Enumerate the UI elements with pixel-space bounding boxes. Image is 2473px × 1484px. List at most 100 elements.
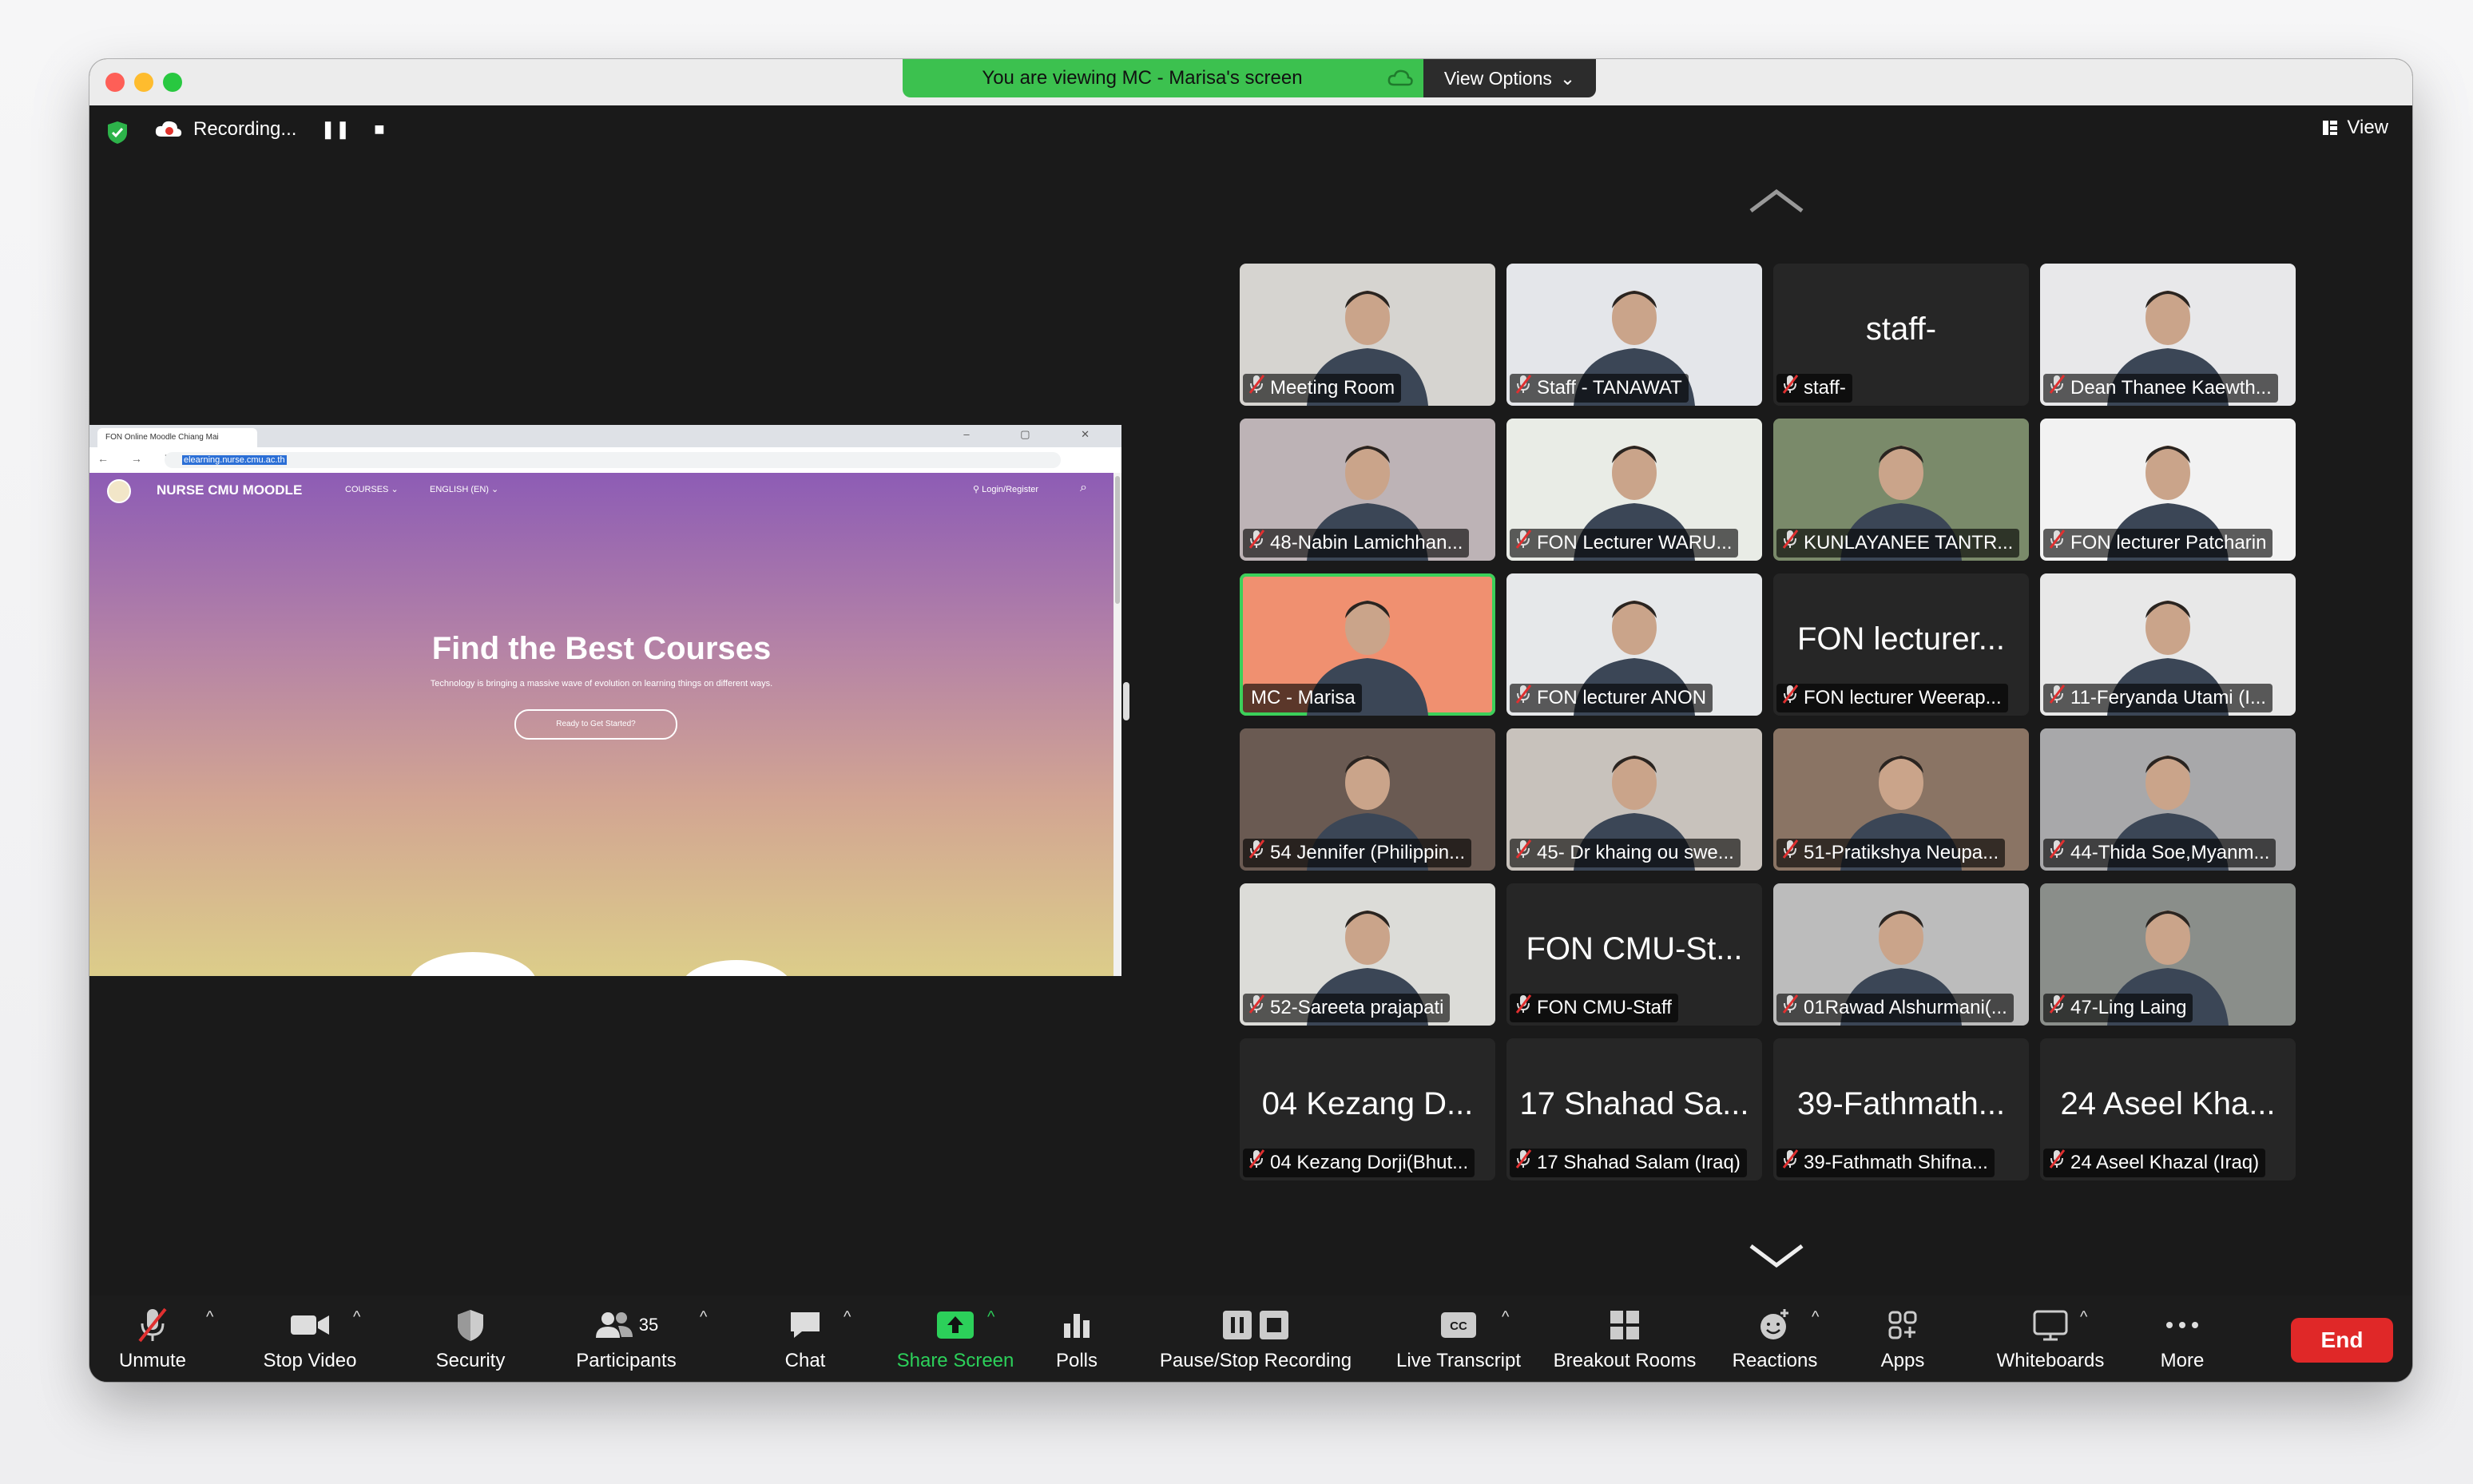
muted-microphone-icon — [1514, 684, 1532, 712]
reactions-options-caret[interactable]: ^ — [1812, 1308, 1819, 1327]
fullscreen-window-button[interactable] — [163, 73, 182, 92]
participant-tile[interactable]: FON lecturer Patcharin — [2040, 419, 2296, 561]
security-button[interactable]: Security — [419, 1305, 522, 1372]
cc-label: CC — [1450, 1319, 1467, 1333]
search-icon[interactable]: ⌕ — [1080, 481, 1087, 495]
participant-name-label: 47-Ling Laing — [2043, 994, 2193, 1022]
grid-view-icon — [2323, 121, 2338, 135]
participant-name-label: 01Rawad Alshurmani(... — [1776, 994, 2014, 1022]
breakout-rooms-button[interactable]: Breakout Rooms — [1537, 1305, 1713, 1372]
participant-tile[interactable]: 45- Dr khaing ou swe... — [1506, 728, 1762, 871]
courses-menu[interactable]: COURSES ⌄ — [345, 484, 399, 494]
view-layout-button[interactable]: View — [2321, 117, 2388, 139]
site-brand[interactable]: NURSE CMU MOODLE — [157, 482, 302, 498]
participants-options-caret[interactable]: ^ — [700, 1308, 707, 1327]
polls-button[interactable]: Polls — [1037, 1305, 1117, 1372]
participant-name: staff- — [1804, 377, 1846, 399]
participant-tile[interactable]: Staff - TANAWAT — [1506, 264, 1762, 406]
participant-tile[interactable]: 47-Ling Laing — [2040, 883, 2296, 1026]
participant-tile[interactable]: 54 Jennifer (Philippin... — [1240, 728, 1495, 871]
participant-display-name: FON lecturer... — [1796, 621, 2006, 657]
participant-tile[interactable]: FON lecturer... FON lecturer Weerap... — [1773, 573, 2029, 716]
more-button[interactable]: More — [2142, 1305, 2222, 1372]
participant-name: 48-Nabin Lamichhan... — [1270, 532, 1463, 554]
hero-title: Find the Best Courses — [431, 631, 772, 666]
apps-button[interactable]: Apps — [1863, 1305, 1943, 1372]
participant-tile[interactable]: staff-staff- — [1773, 264, 2029, 406]
get-started-button[interactable]: Ready to Get Started? — [514, 709, 677, 740]
pause-stop-recording-button[interactable]: Pause/Stop Recording — [1152, 1305, 1360, 1372]
participant-tile[interactable]: 39-Fathmath... 39-Fathmath Shifna... — [1773, 1038, 2029, 1180]
whiteboards-button[interactable]: Whiteboards — [1975, 1305, 2126, 1372]
participant-tile[interactable]: 04 Kezang D... 04 Kezang Dorji(Bhut... — [1240, 1038, 1495, 1180]
participant-tile[interactable]: 52-Sareeta prajapati — [1240, 883, 1495, 1026]
split-view-handle[interactable] — [1123, 682, 1129, 720]
participant-name: 54 Jennifer (Philippin... — [1270, 842, 1466, 863]
muted-microphone-icon — [1781, 684, 1799, 712]
transcript-options-caret[interactable]: ^ — [1502, 1308, 1509, 1327]
participant-tile[interactable]: FON lecturer ANON — [1506, 573, 1762, 716]
minimize-window-button[interactable] — [134, 73, 153, 92]
participant-tile[interactable]: Dean Thanee Kaewth... — [2040, 264, 2296, 406]
muted-microphone-icon — [2048, 684, 2066, 712]
chat-options-caret[interactable]: ^ — [844, 1308, 851, 1327]
muted-microphone-icon — [1248, 839, 1265, 867]
participant-tile[interactable]: 24 Aseel Kha... 24 Aseel Khazal (Iraq) — [2040, 1038, 2296, 1180]
participant-name: MC - Marisa — [1251, 687, 1356, 708]
view-options-button[interactable]: View Options ⌄ — [1423, 59, 1596, 97]
encryption-shield-icon[interactable] — [105, 120, 129, 145]
close-window-button[interactable] — [105, 73, 125, 92]
participant-tile[interactable]: 17 Shahad Sa... 17 Shahad Salam (Iraq) — [1506, 1038, 1762, 1180]
participant-name: FON lecturer ANON — [1537, 687, 1707, 708]
muted-microphone-icon — [1514, 994, 1532, 1022]
browser-scrollbar[interactable] — [1113, 473, 1121, 976]
participant-name-label: 45- Dr khaing ou swe... — [1510, 839, 1741, 867]
chevron-down-icon[interactable] — [1748, 1241, 1805, 1270]
participant-tile[interactable]: 01Rawad Alshurmani(... — [1773, 883, 2029, 1026]
participant-tile[interactable]: 11-Feryanda Utami (I... — [2040, 573, 2296, 716]
participant-tile[interactable]: MC - Marisa — [1240, 573, 1495, 716]
participant-tile[interactable]: KUNLAYANEE TANTR... — [1773, 419, 2029, 561]
url-field[interactable]: elearning.nurse.cmu.ac.th — [165, 452, 1061, 468]
stop-recording-icon[interactable]: ■ — [374, 119, 384, 140]
login-link[interactable]: ⚲ Login/Register — [973, 484, 1038, 494]
participant-tile[interactable]: Meeting Room — [1240, 264, 1495, 406]
stop-recording-icon — [1260, 1311, 1288, 1339]
participant-name: 51-Pratikshya Neupa... — [1804, 842, 1999, 863]
nurse-cmu-logo[interactable] — [107, 479, 131, 503]
browser-window-controls[interactable]: – ▢ ✕ — [963, 428, 1113, 441]
participant-name-label: 17 Shahad Salam (Iraq) — [1510, 1149, 1747, 1177]
participant-tile[interactable]: FON CMU-St... FON CMU-Staff — [1506, 883, 1762, 1026]
participant-name: 24 Aseel Khazal (Iraq) — [2070, 1152, 2260, 1173]
viewing-text: You are viewing MC - Marisa's screen — [982, 67, 1303, 89]
muted-microphone-icon — [1514, 839, 1532, 867]
participant-tile[interactable]: 48-Nabin Lamichhan... — [1240, 419, 1495, 561]
chat-button[interactable]: Chat — [757, 1305, 853, 1372]
participant-name: 01Rawad Alshurmani(... — [1804, 997, 2007, 1018]
participant-tile[interactable]: 51-Pratikshya Neupa... — [1773, 728, 2029, 871]
view-options-label: View Options — [1443, 67, 1552, 89]
participant-name-label: 52-Sareeta prajapati — [1243, 994, 1451, 1022]
share-screen-button[interactable]: Share Screen — [875, 1305, 1035, 1372]
participants-button[interactable]: 35 Participants — [562, 1305, 690, 1372]
decorative-shape — [681, 960, 792, 976]
browser-tab[interactable]: FON Online Moodle Chiang Mai — [97, 428, 257, 447]
chevron-up-icon[interactable] — [1748, 187, 1805, 216]
browser-tab-bar: FON Online Moodle Chiang Mai – ▢ ✕ — [89, 425, 1121, 447]
audio-options-caret[interactable]: ^ — [206, 1308, 213, 1327]
whiteboard-options-caret[interactable]: ^ — [2080, 1308, 2087, 1327]
participant-tile[interactable]: FON Lecturer WARU... — [1506, 419, 1762, 561]
language-menu[interactable]: ENGLISH (EN) ⌄ — [430, 484, 498, 494]
decorative-shape — [409, 952, 537, 976]
live-transcript-button[interactable]: CC Live Transcript — [1380, 1305, 1537, 1372]
participant-tile[interactable]: 44-Thida Soe,Myanm... — [2040, 728, 2296, 871]
participant-name-label: 11-Feryanda Utami (I... — [2043, 684, 2273, 712]
end-meeting-button[interactable]: End — [2291, 1318, 2393, 1363]
share-options-caret[interactable]: ^ — [987, 1308, 994, 1327]
unmute-button[interactable]: Unmute — [109, 1305, 196, 1372]
video-options-caret[interactable]: ^ — [353, 1308, 360, 1327]
pause-recording-icon[interactable]: ❚❚ — [320, 119, 350, 140]
participant-name-label: FON lecturer ANON — [1510, 684, 1713, 712]
shared-screen[interactable]: FON Online Moodle Chiang Mai – ▢ ✕ ← → ↻… — [89, 425, 1121, 976]
user-icon: ⚲ — [973, 485, 980, 494]
